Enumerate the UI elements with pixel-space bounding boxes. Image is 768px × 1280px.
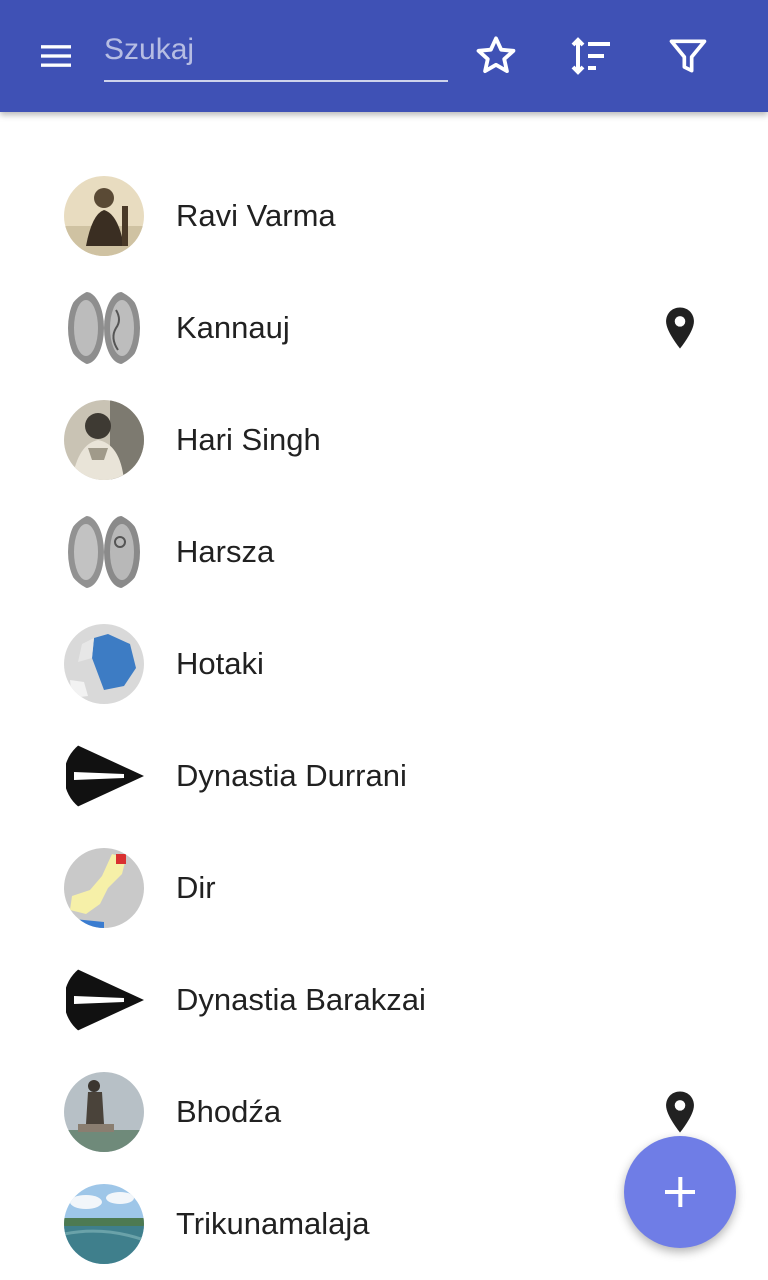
item-name: Trikunamalaja — [176, 1206, 370, 1241]
item-name: Ravi Varma — [176, 198, 336, 233]
filter-icon — [669, 39, 707, 73]
item-name: Hari Singh — [176, 422, 321, 457]
list-item[interactable]: Hotaki — [0, 608, 768, 720]
item-thumbnail — [64, 624, 144, 704]
list-item[interactable]: Dir — [0, 832, 768, 944]
plus-icon — [665, 1177, 695, 1207]
app-bar — [0, 0, 768, 112]
list-item[interactable]: Dynastia Durrani — [0, 720, 768, 832]
location-pin-icon[interactable] — [662, 306, 698, 350]
add-button[interactable] — [624, 1136, 736, 1248]
list-item[interactable]: Ravi Varma — [0, 160, 768, 272]
sort-icon — [571, 37, 610, 75]
item-name: Hotaki — [176, 646, 264, 681]
favorites-button[interactable] — [468, 28, 524, 84]
list-item[interactable]: Hari Singh — [0, 384, 768, 496]
item-name: Kannauj — [176, 310, 290, 345]
list-item[interactable]: Harsza — [0, 496, 768, 608]
menu-icon — [41, 45, 71, 67]
item-thumbnail — [64, 960, 144, 1040]
item-name: Dynastia Durrani — [176, 758, 407, 793]
item-thumbnail — [64, 176, 144, 256]
item-thumbnail — [64, 848, 144, 928]
filter-button[interactable] — [660, 28, 716, 84]
results-list: Ravi Varma Kannauj Hari Singh Harsza Hot… — [0, 160, 768, 1280]
location-pin-icon[interactable] — [662, 1090, 698, 1134]
sort-button[interactable] — [564, 28, 620, 84]
search-input[interactable] — [104, 22, 448, 78]
star-outline-icon — [476, 36, 516, 74]
item-thumbnail — [64, 512, 144, 592]
list-item[interactable]: Kannauj — [0, 272, 768, 384]
item-thumbnail — [64, 1184, 144, 1264]
item-thumbnail — [64, 400, 144, 480]
list-item[interactable]: Dynastia Barakzai — [0, 944, 768, 1056]
item-thumbnail — [64, 288, 144, 368]
item-name: Dir — [176, 870, 216, 905]
item-name: Bhodźa — [176, 1094, 282, 1129]
item-thumbnail — [64, 736, 144, 816]
item-thumbnail — [64, 1072, 144, 1152]
search-field — [104, 22, 448, 82]
item-name: Dynastia Barakzai — [176, 982, 426, 1017]
menu-button[interactable] — [28, 32, 84, 80]
item-name: Harsza — [176, 534, 275, 569]
